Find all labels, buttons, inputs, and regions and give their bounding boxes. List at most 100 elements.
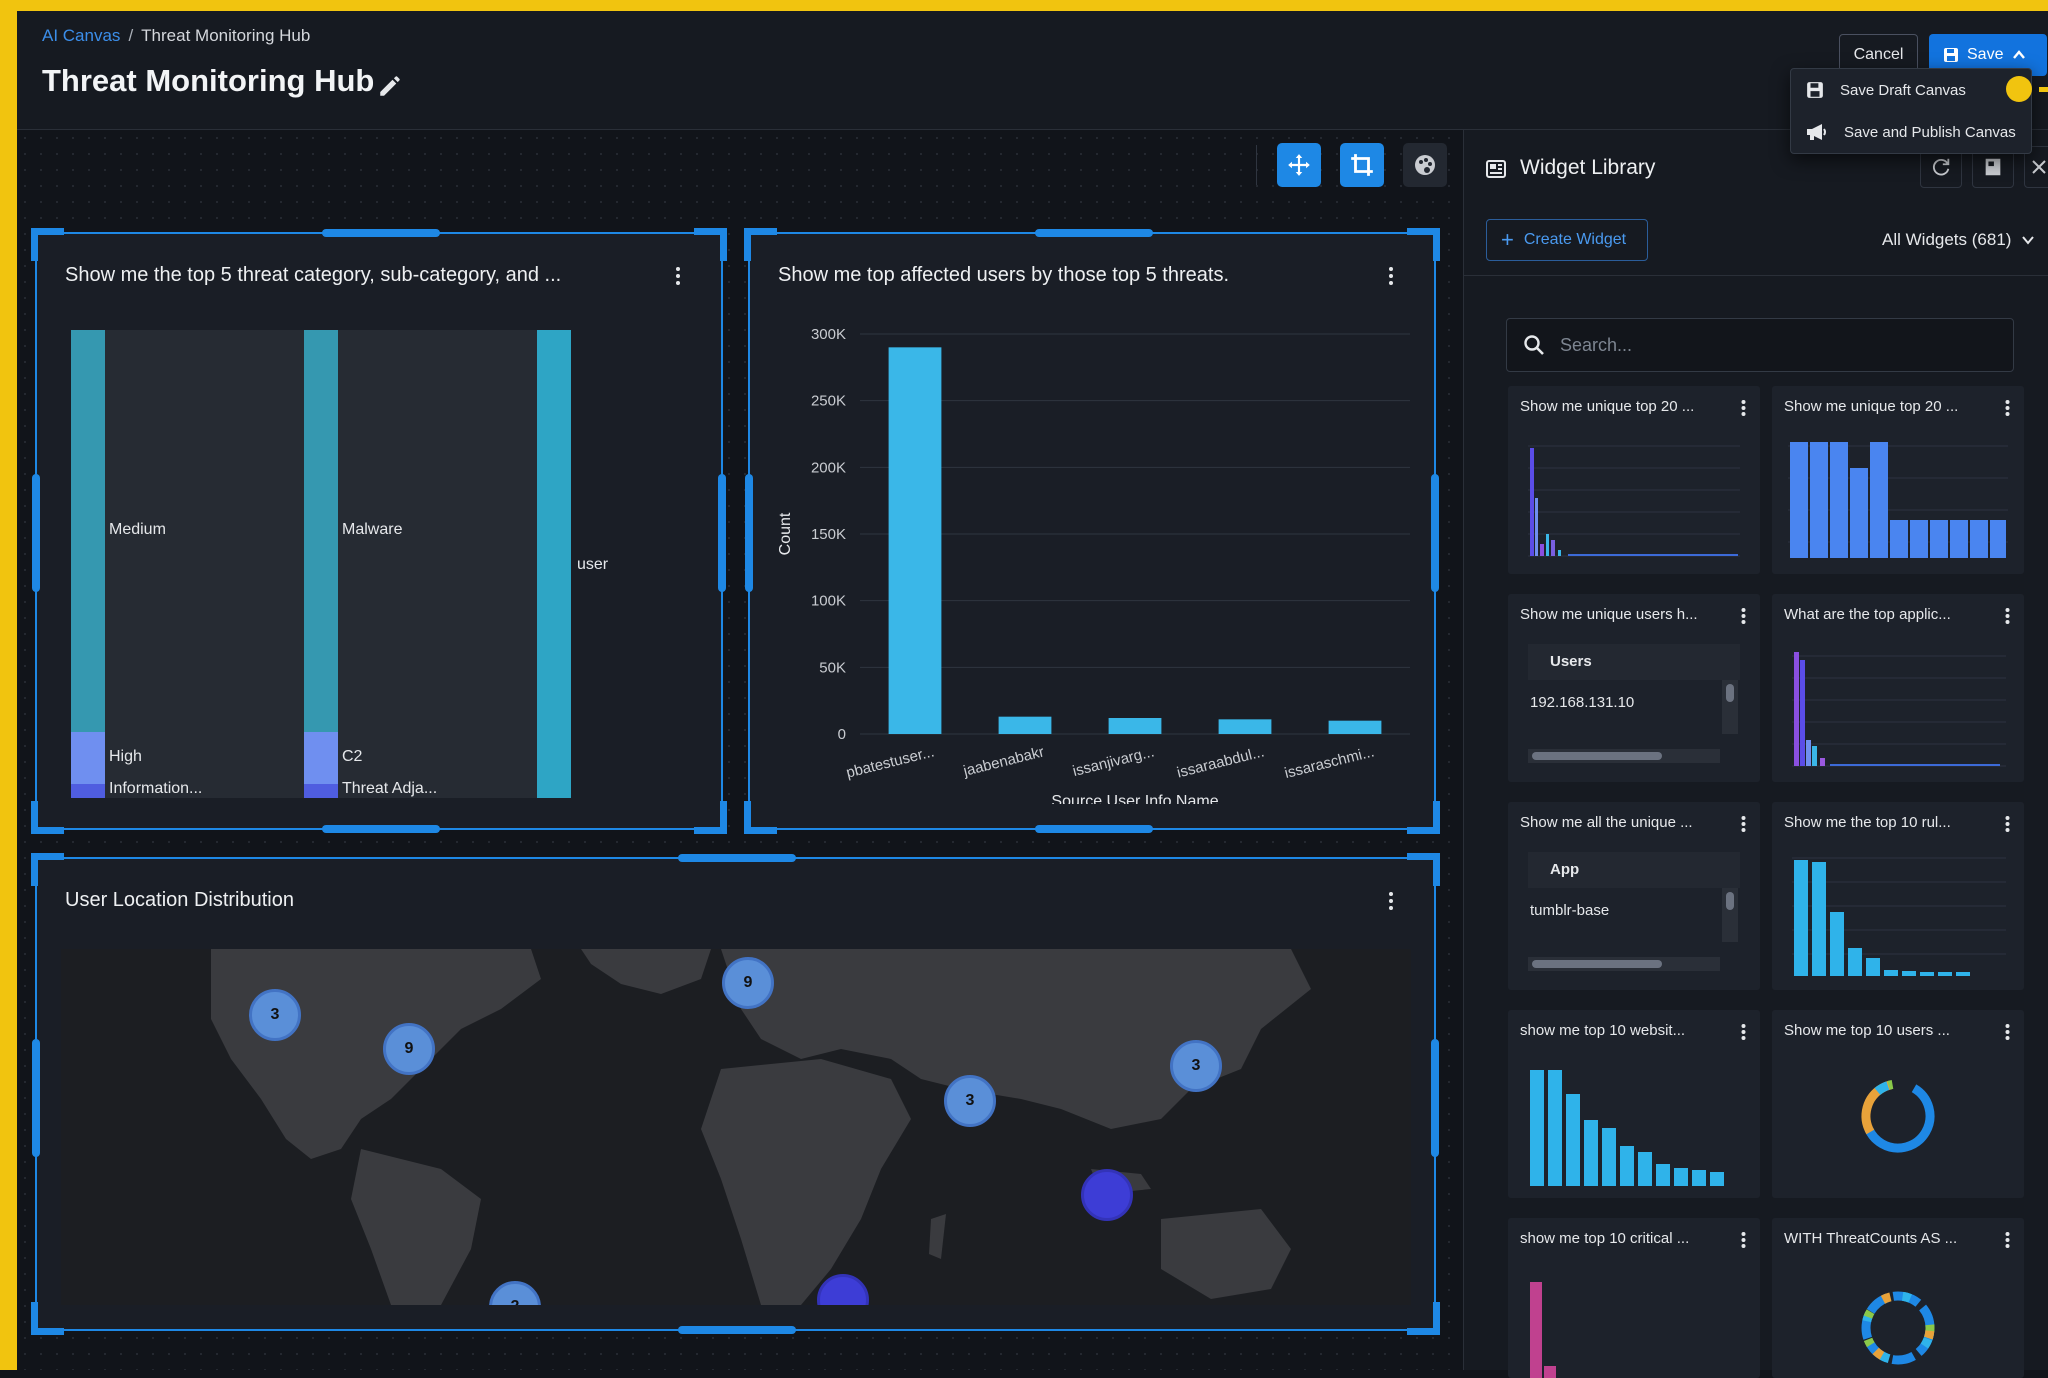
bar-chart: 0 50K 100K 150K 200K 250K 300K pbatestuser... ja… (777, 326, 1410, 804)
frame-resize-icon (1351, 154, 1373, 176)
resize-corner[interactable] (1407, 853, 1440, 886)
panel-title: Widget Library (1520, 156, 1656, 179)
sankey-label: Threat Adja... (342, 780, 438, 797)
map-point-marker[interactable] (1081, 1169, 1133, 1221)
resize-handle-bottom[interactable] (678, 1326, 796, 1334)
widget-card[interactable]: show me top 10 critical ... (1508, 1218, 1760, 1378)
map-cluster-marker[interactable]: 3 (1170, 1040, 1222, 1092)
resize-corner[interactable] (31, 801, 64, 834)
refresh-icon (1933, 158, 1950, 176)
widget-title: Show me top affected users by those top … (778, 264, 1230, 286)
resize-corner[interactable] (31, 1302, 64, 1335)
kebab-menu-icon[interactable] (2005, 816, 2010, 832)
kebab-menu-icon[interactable] (2005, 1024, 2010, 1040)
theme-tool-button[interactable] (1403, 143, 1447, 187)
vertical-scrollbar[interactable] (1722, 680, 1738, 734)
x-tick-label: pbatestuser... (844, 743, 935, 781)
move-tool-button[interactable] (1277, 143, 1321, 187)
card-title: Show me top 10 users ... (1784, 1022, 1950, 1039)
resize-handle-left[interactable] (32, 1039, 40, 1157)
resize-tool-button[interactable] (1340, 143, 1384, 187)
widget-title: Show me the top 5 threat category, sub-c… (65, 264, 562, 286)
card-title: show me top 10 websit... (1520, 1022, 1686, 1039)
bar (998, 716, 1052, 734)
bar (1328, 720, 1382, 734)
library-icon (1486, 160, 1506, 178)
floppy-icon (1807, 82, 1823, 98)
kebab-menu-icon[interactable] (2005, 608, 2010, 624)
panel-divider (1464, 275, 2048, 276)
kebab-menu-icon[interactable] (1741, 1232, 1746, 1248)
menu-item-save-publish[interactable]: Save and Publish Canvas (1791, 111, 2031, 153)
close-icon (2032, 160, 2046, 174)
widget-card[interactable]: show me top 10 websit... (1508, 1010, 1760, 1198)
kebab-menu-icon[interactable] (2005, 1232, 2010, 1248)
kebab-menu-icon[interactable] (1388, 266, 1394, 286)
map-cluster-marker[interactable]: 9 (383, 1023, 435, 1075)
widget-filter-dropdown[interactable]: All Widgets (681) (1882, 230, 2035, 250)
widget-card[interactable]: Show me the top 10 rul... (1772, 802, 2024, 990)
resize-handle-bottom[interactable] (1035, 825, 1153, 833)
megaphone-icon (1807, 124, 1826, 140)
page-title: Threat Monitoring Hub (42, 63, 375, 98)
sankey-label: High (109, 748, 142, 765)
widget-card[interactable]: Show me top 10 users ... (1772, 1010, 2024, 1198)
sankey-label: Information... (109, 780, 203, 797)
map-cluster-marker[interactable]: 3 (944, 1075, 996, 1127)
create-widget-button[interactable]: + Create Widget (1486, 219, 1648, 261)
resize-corner[interactable] (1407, 228, 1440, 261)
resize-handle-top[interactable] (1035, 229, 1153, 237)
kebab-menu-icon[interactable] (1741, 816, 1746, 832)
kebab-menu-icon[interactable] (1741, 608, 1746, 624)
resize-corner[interactable] (31, 853, 64, 886)
widget-card[interactable]: Show me unique users h... Users 192.168.… (1508, 594, 1760, 782)
widget-card[interactable]: What are the top applic... (1772, 594, 2024, 782)
map-cluster-marker[interactable]: 3 (249, 989, 301, 1041)
widget-search-input[interactable]: Search... (1506, 318, 2014, 372)
sankey-label: C2 (342, 748, 363, 765)
bar (1218, 719, 1272, 734)
widget-card[interactable]: Show me unique top 20 ... (1772, 386, 2024, 574)
widget-card[interactable]: Show me unique top 20 ... (1508, 386, 1760, 574)
widget-card[interactable]: WITH ThreatCounts AS ... (1772, 1218, 2024, 1378)
breadcrumb: AI Canvas / Threat Monitoring Hub (42, 26, 310, 46)
widget-user-location-map[interactable]: User Location Distribution 3 9 9 3 3 2 (31, 853, 1440, 1335)
menu-item-save-draft[interactable]: Save Draft Canvas (1791, 69, 2031, 111)
resize-corner[interactable] (744, 801, 777, 834)
horizontal-scrollbar[interactable] (1528, 749, 1720, 763)
card-title: What are the top applic... (1784, 606, 1951, 623)
table-cell: tumblr-base (1530, 902, 1610, 919)
pencil-icon[interactable] (377, 73, 403, 99)
horizontal-scrollbar[interactable] (1528, 957, 1720, 971)
resize-corner[interactable] (694, 228, 727, 261)
resize-handle-top[interactable] (678, 854, 796, 862)
breadcrumb-link-ai-canvas[interactable]: AI Canvas (42, 26, 120, 45)
resize-handle-left[interactable] (32, 474, 40, 592)
floppy-icon (1944, 48, 1958, 62)
vertical-scrollbar[interactable] (1722, 888, 1738, 942)
world-map[interactable]: 3 9 9 3 3 2 (61, 949, 1411, 1305)
kebab-menu-icon[interactable] (675, 266, 681, 286)
widget-top-affected-users[interactable]: Show me top affected users by those top … (744, 228, 1440, 834)
widget-threat-categories[interactable]: Show me the top 5 threat category, sub-c… (31, 228, 727, 834)
kebab-menu-icon[interactable] (2005, 400, 2010, 416)
create-widget-label: Create Widget (1523, 231, 1627, 248)
resize-corner[interactable] (694, 801, 727, 834)
resize-handle-bottom[interactable] (322, 825, 440, 833)
palette-icon (1415, 155, 1435, 175)
resize-handle-right[interactable] (718, 474, 726, 592)
resize-handle-right[interactable] (1431, 1039, 1439, 1157)
kebab-menu-icon[interactable] (1741, 1024, 1746, 1040)
card-title: Show me unique top 20 ... (1784, 398, 1959, 415)
map-cluster-marker[interactable]: 9 (722, 957, 774, 1009)
resize-corner[interactable] (1407, 801, 1440, 834)
kebab-menu-icon[interactable] (1388, 891, 1394, 911)
widget-card[interactable]: Show me all the unique ... App tumblr-ba… (1508, 802, 1760, 990)
resize-corner[interactable] (31, 228, 64, 261)
x-tick-label: jaabenabakr (961, 743, 1046, 780)
resize-corner[interactable] (1407, 1302, 1440, 1335)
kebab-menu-icon[interactable] (1741, 400, 1746, 416)
resize-corner[interactable] (744, 228, 777, 261)
bar (1108, 718, 1162, 734)
resize-handle-top[interactable] (322, 229, 440, 237)
